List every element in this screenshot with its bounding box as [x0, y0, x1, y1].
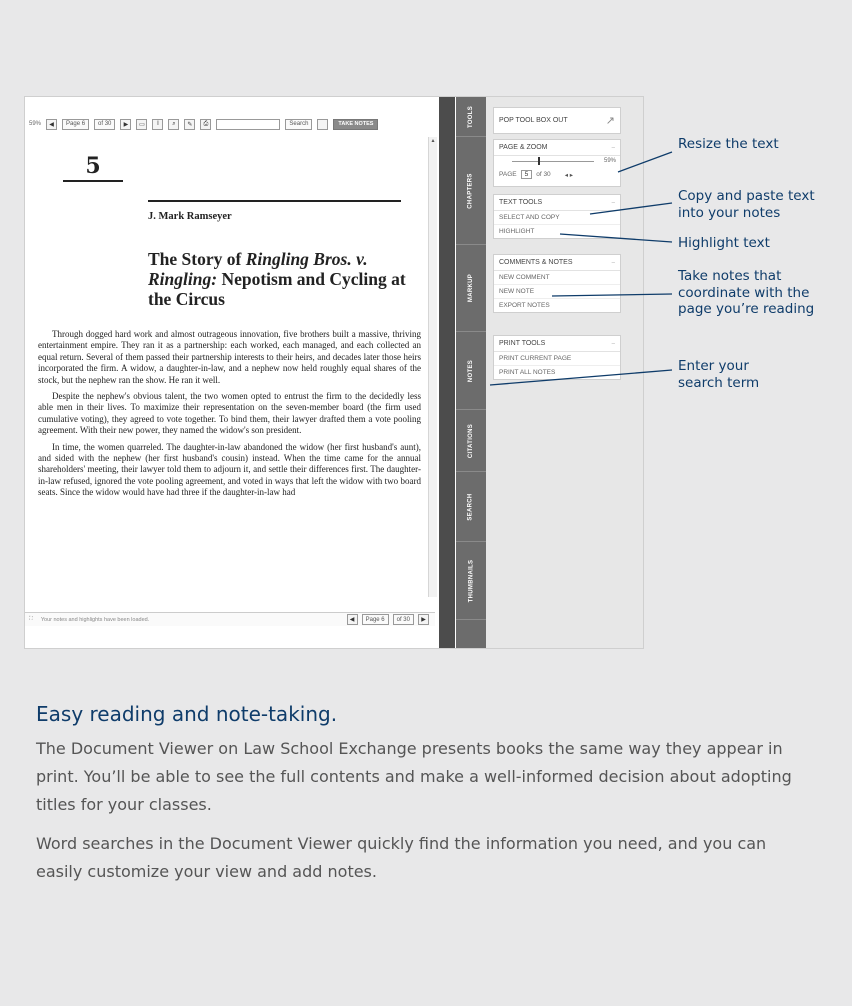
status-page-total: of 30	[392, 614, 414, 625]
new-note-item[interactable]: NEW NOTE	[494, 285, 620, 299]
collapse-icon[interactable]: –	[612, 260, 615, 266]
pop-out-label: POP TOOL BOX OUT	[499, 117, 568, 124]
search-button[interactable]: Search	[285, 118, 313, 130]
page-input[interactable]: Page 6	[62, 118, 90, 130]
intro-paragraph: The Document Viewer on Law School Exchan…	[36, 739, 792, 814]
tab-notes[interactable]: NOTES	[456, 332, 486, 410]
take-notes-button[interactable]: TAKE NOTES	[333, 118, 379, 130]
document-paragraph: In time, the women quarreled. The daught…	[38, 441, 421, 498]
print-tools-box: PRINT TOOLS – PRINT CURRENT PAGE PRINT AL…	[493, 335, 621, 380]
status-page-input[interactable]: Page 6	[361, 614, 389, 625]
next-page-icon[interactable]: ▶	[120, 118, 132, 130]
author-name: J. Mark Ramseyer	[148, 211, 232, 222]
status-pager: ◀ Page 6 of 30 ▶	[346, 614, 429, 625]
tab-chapters[interactable]: CHAPTERS	[456, 137, 486, 245]
expand-icon[interactable]: ⛶	[29, 616, 33, 623]
print-tools-title: PRINT TOOLS	[499, 340, 546, 347]
document-body: Through dogged hard work and almost outr…	[38, 329, 421, 504]
tool-panel: POP TOOL BOX OUT ↗ PAGE & ZOOM – 59% PAGE…	[486, 97, 643, 648]
tab-markup[interactable]: MARKUP	[456, 245, 486, 332]
pop-out-box[interactable]: POP TOOL BOX OUT ↗	[493, 107, 621, 134]
tab-search[interactable]: SEARCH	[456, 472, 486, 542]
tab-tools[interactable]: TOOLS	[456, 97, 486, 137]
panel-divider	[439, 97, 455, 648]
search-input[interactable]	[216, 118, 281, 130]
heading-rule	[148, 200, 401, 202]
collapse-icon[interactable]: –	[612, 200, 615, 206]
text-select-icon[interactable]: I	[152, 118, 164, 130]
vertical-scrollbar[interactable]: ▴	[428, 137, 437, 597]
page-nav-arrows-icon[interactable]: ◂ ▸	[565, 171, 573, 179]
chapter-rule	[63, 180, 123, 182]
document-viewer-screenshot: 59% ◀ Page 6 of 30 ▶ ▭ I ⌕ ✎ ⎙ Search TA…	[24, 96, 644, 649]
status-bar: ⛶ Your notes and highlights have been lo…	[25, 612, 435, 626]
page-total: of 30	[94, 118, 116, 130]
magnify-icon[interactable]: ⌕	[168, 118, 180, 130]
collapse-icon[interactable]: –	[612, 341, 615, 347]
callout-resize: Resize the text	[678, 136, 779, 152]
prev-page-icon[interactable]: ◀	[46, 118, 58, 130]
fit-page-icon[interactable]: ▭	[136, 118, 148, 130]
scroll-up-icon[interactable]: ▴	[429, 137, 437, 145]
new-comment-item[interactable]: NEW COMMENT	[494, 271, 620, 285]
search-options-icon[interactable]	[317, 118, 329, 130]
collapse-icon[interactable]: –	[612, 145, 615, 151]
select-and-copy-item[interactable]: SELECT AND COPY	[494, 211, 620, 225]
document-paragraph: Through dogged hard work and almost outr…	[38, 329, 421, 385]
tool-tabs: TOOLS CHAPTERS MARKUP NOTES CITATIONS SE…	[456, 97, 486, 648]
callout-copy: Copy and paste text into your notes	[678, 188, 815, 221]
chapter-title: The Story of Ringling Bros. v. Ringling:…	[148, 249, 406, 309]
zoom-readout: 59%	[29, 121, 42, 127]
prev-page-icon[interactable]: ◀	[346, 614, 358, 625]
print-all-notes-item[interactable]: PRINT ALL NOTES	[494, 366, 620, 379]
next-page-icon[interactable]: ▶	[418, 614, 429, 625]
callout-highlight: Highlight text	[678, 235, 770, 251]
panel-page-input[interactable]: 5	[520, 170, 533, 179]
zoom-value: 59%	[603, 158, 616, 164]
tab-thumbnails[interactable]: THUMBNAILS	[456, 542, 486, 620]
page-zoom-title: PAGE & ZOOM	[499, 144, 548, 151]
text-tools-title: TEXT TOOLS	[499, 199, 543, 206]
document-pane: 59% ◀ Page 6 of 30 ▶ ▭ I ⌕ ✎ ⎙ Search TA…	[25, 97, 435, 648]
print-current-page-item[interactable]: PRINT CURRENT PAGE	[494, 352, 620, 366]
comments-notes-box: COMMENTS & NOTES – NEW COMMENT NEW NOTE E…	[493, 254, 621, 313]
print-icon[interactable]: ⎙	[200, 118, 212, 130]
highlight-icon[interactable]: ✎	[184, 118, 196, 130]
zoom-slider-handle[interactable]	[538, 157, 540, 165]
chapter-number: 5	[85, 153, 101, 179]
callout-search: Enter your search term	[678, 358, 760, 391]
tab-citations[interactable]: CITATIONS	[456, 410, 486, 472]
search-paragraph: Word searches in the Document Viewer qui…	[36, 834, 767, 881]
pop-out-icon[interactable]: ↗	[606, 114, 615, 127]
status-message: Your notes and highlights have been load…	[40, 616, 150, 623]
highlight-item[interactable]: HIGHLIGHT	[494, 225, 620, 238]
viewer-toolbar: 59% ◀ Page 6 of 30 ▶ ▭ I ⌕ ✎ ⎙ Search TA…	[25, 113, 435, 135]
callout-notes: Take notes that coordinate with the page y…	[678, 268, 815, 317]
comments-notes-title: COMMENTS & NOTES	[499, 259, 573, 266]
page-zoom-box: PAGE & ZOOM – 59% PAGE 5 of 30 ◂ ▸	[493, 139, 621, 187]
section-heading: Easy reading and note-taking.	[36, 702, 338, 726]
export-notes-item[interactable]: EXPORT NOTES	[494, 299, 620, 312]
zoom-slider[interactable]: 59%	[494, 156, 620, 168]
text-tools-box: TEXT TOOLS – SELECT AND COPY HIGHLIGHT	[493, 194, 621, 239]
document-paragraph: Despite the nephew's obvious talent, the…	[38, 391, 421, 436]
